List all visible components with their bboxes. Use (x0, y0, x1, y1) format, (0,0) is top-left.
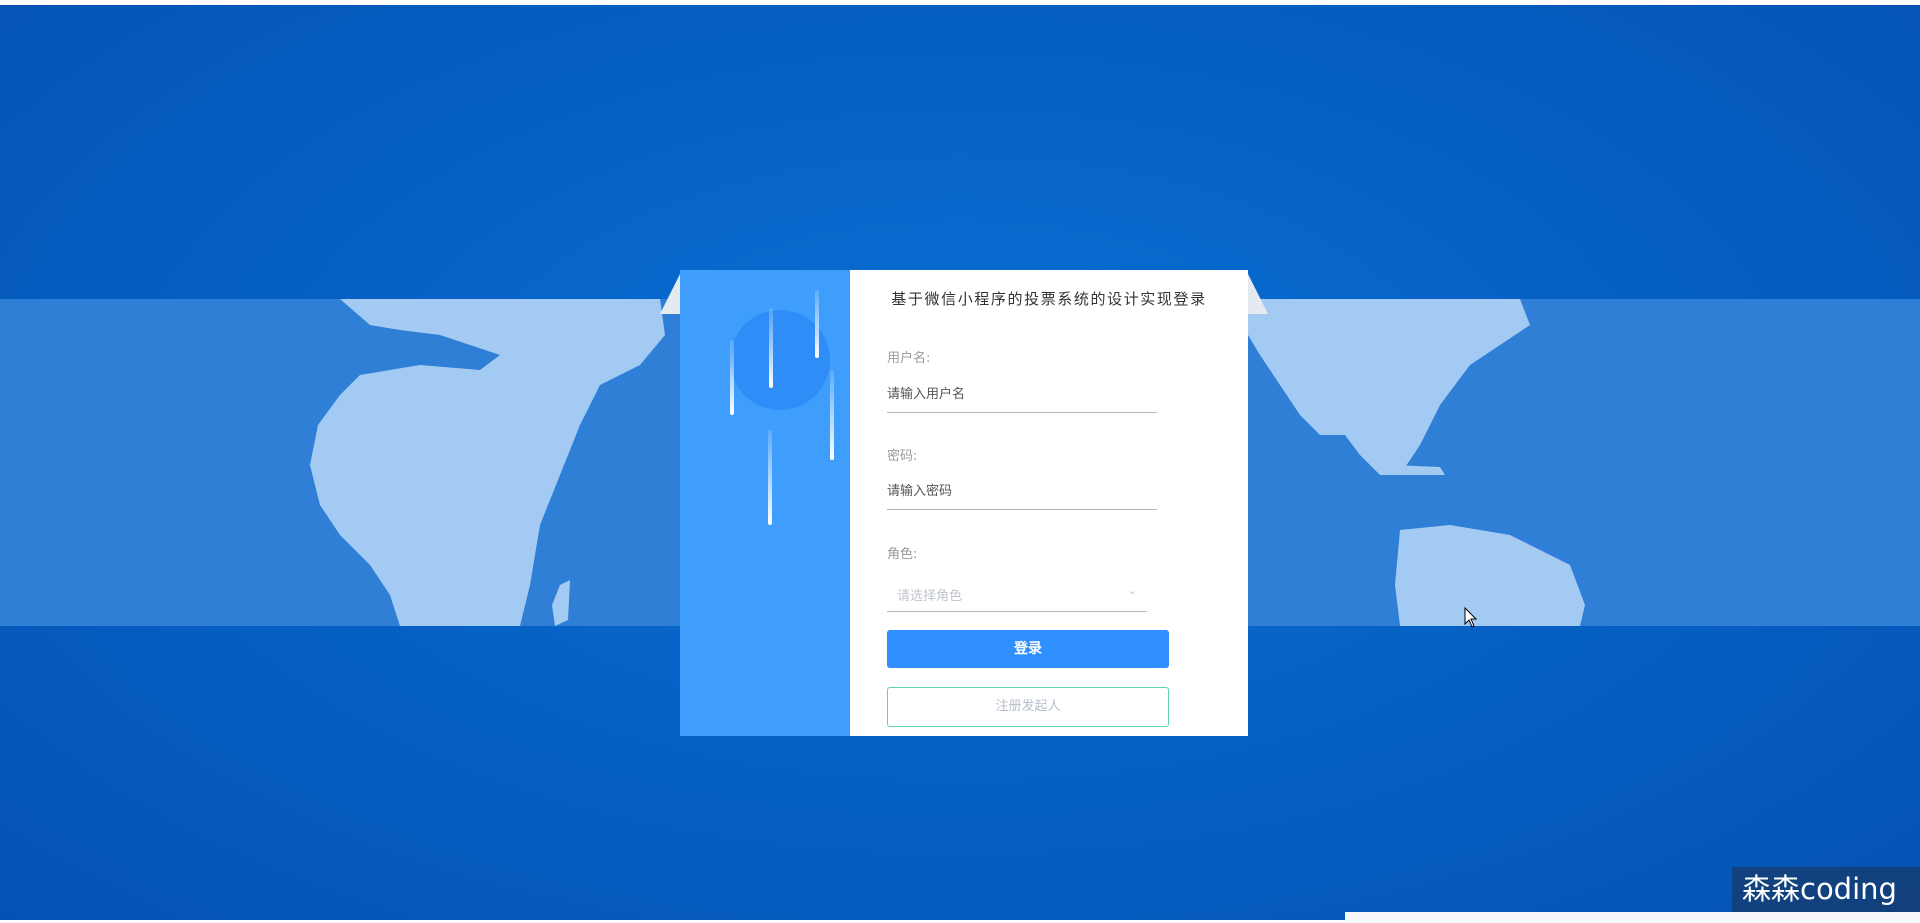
page-title: 基于微信小程序的投票系统的设计实现登录 (891, 290, 1207, 308)
login-form: 基于微信小程序的投票系统的设计实现登录 用户名: 密码: 角色: 请选择角色 ⌄… (850, 270, 1248, 736)
card-fold-right (1248, 274, 1268, 314)
login-card: 基于微信小程序的投票系统的设计实现登录 用户名: 密码: 角色: 请选择角色 ⌄… (680, 270, 1248, 736)
watermark: 森森coding (1732, 867, 1920, 912)
password-label: 密码: (887, 449, 918, 464)
decorative-streak (815, 290, 819, 358)
chevron-down-icon: ⌄ (1127, 584, 1137, 597)
username-label: 用户名: (887, 351, 931, 366)
role-select[interactable]: 请选择角色 ⌄ (887, 575, 1147, 612)
mouse-pointer-icon (1464, 607, 1478, 628)
login-button[interactable]: 登录 (887, 630, 1169, 668)
register-initiator-button[interactable]: 注册发起人 (887, 687, 1169, 727)
bottom-strip (1345, 912, 1920, 923)
role-select-placeholder: 请选择角色 (897, 589, 963, 604)
password-input[interactable] (887, 473, 1157, 510)
role-label: 角色: (887, 547, 918, 562)
decorative-streak (730, 340, 734, 415)
username-input[interactable] (887, 376, 1157, 413)
decorative-streak (830, 370, 834, 460)
decorative-panel (680, 270, 850, 736)
decorative-streak (769, 308, 773, 388)
card-fold-left (660, 274, 680, 314)
decorative-streak (768, 430, 772, 525)
